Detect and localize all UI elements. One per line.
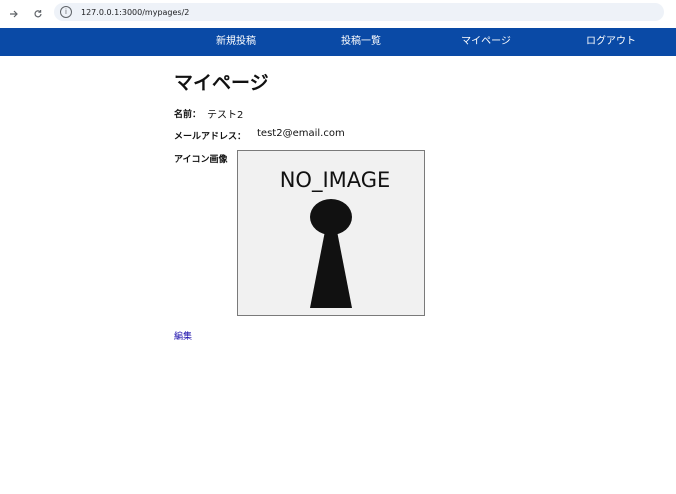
url-text: 127.0.0.1:3000/mypages/2 xyxy=(81,7,190,17)
forward-icon[interactable] xyxy=(4,4,24,24)
email-label: メールアドレス： xyxy=(174,132,247,142)
name-label: 名前： xyxy=(174,110,202,120)
nav-new-post[interactable]: 新規投稿 xyxy=(216,28,256,56)
name-value: テスト2 xyxy=(207,110,244,121)
nav-post-list[interactable]: 投稿一覧 xyxy=(341,28,381,56)
icon-label: アイコン画像 xyxy=(174,155,228,165)
no-image-text: NO_IMAGE xyxy=(280,168,391,193)
email-value: test2@email.com xyxy=(257,128,345,139)
site-info-icon[interactable]: i xyxy=(60,6,72,18)
nav-mypage[interactable]: マイページ xyxy=(461,28,511,56)
browser-toolbar: i 127.0.0.1:3000/mypages/2 xyxy=(0,0,676,27)
header-nav: 新規投稿 投稿一覧 マイページ ログアウト xyxy=(0,28,676,56)
address-bar[interactable]: i 127.0.0.1:3000/mypages/2 xyxy=(54,3,664,21)
page-title: マイページ xyxy=(174,72,269,94)
reload-icon[interactable] xyxy=(28,4,48,24)
avatar-image: NO_IMAGE xyxy=(237,150,425,316)
nav-logout[interactable]: ログアウト xyxy=(586,28,636,56)
no-image-placeholder: NO_IMAGE xyxy=(280,168,391,308)
edit-link[interactable]: 編集 xyxy=(174,329,192,342)
